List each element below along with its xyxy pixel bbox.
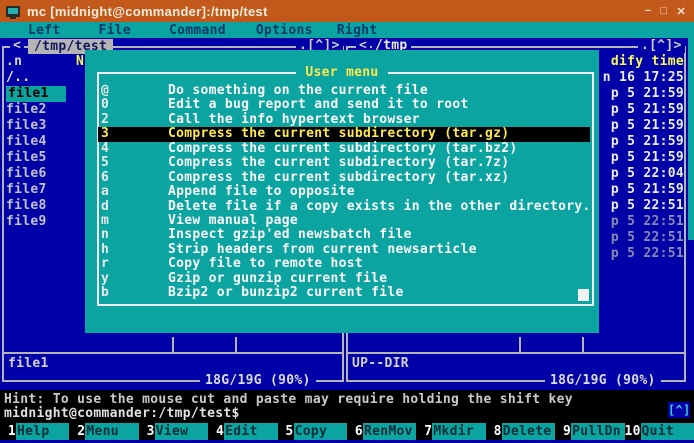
fkey-help[interactable]: 1Help	[0, 423, 69, 440]
left-panel-column-tick	[172, 337, 174, 353]
terminal-cursor	[578, 289, 589, 301]
user-menu-item[interactable]: 0Edit a bug report and send it to root	[85, 98, 599, 112]
file-row[interactable]: file5	[6, 150, 47, 166]
right-panel-free-space: 18G/19G (90%)	[545, 374, 661, 388]
file-row[interactable]: /..	[6, 70, 30, 86]
left-panel-left-border	[2, 46, 4, 382]
fkey-quit[interactable]: 10Quit	[625, 423, 694, 440]
right-panel-separator	[348, 352, 684, 354]
file-row[interactable]: file2	[6, 102, 47, 118]
left-panel-history-back-icon[interactable]: <	[10, 39, 24, 53]
right-panel-column-tick	[519, 337, 521, 353]
menu-options[interactable]: Options	[256, 23, 313, 38]
dialog-title: User menu	[296, 65, 387, 80]
fkey-renmov[interactable]: 6RenMov	[347, 423, 416, 440]
window-title: mc [midnight@commander]:/tmp/test	[27, 4, 268, 19]
file-row-selected[interactable]: file1	[6, 86, 66, 102]
right-panel-corner-controls[interactable]: .[^]>	[638, 39, 685, 53]
modify-time-cell[interactable]: p 5 21:59	[598, 182, 684, 198]
user-menu-item[interactable]: hStrip headers from current newsarticle	[85, 243, 599, 257]
fkey-pulldn[interactable]: 9PullDn	[555, 423, 624, 440]
user-menu-item-selected[interactable]: 3Compress the current subdirectory (tar.…	[85, 127, 599, 141]
modify-time-cell[interactable]: p 5 22:51	[598, 214, 684, 230]
user-menu-dialog: User menu @Do something on the current f…	[85, 50, 599, 333]
right-panel-ministatus: UP--DIR	[352, 356, 409, 372]
user-menu-item[interactable]: nInspect gzip'ed newsbatch file	[85, 228, 599, 242]
modify-time-cell[interactable]: p 5 22:51	[598, 246, 684, 262]
scrollbar-track[interactable]	[688, 240, 694, 390]
app-monitor-icon	[6, 6, 20, 17]
fkey-view[interactable]: 3View	[139, 423, 208, 440]
modify-time-cell[interactable]: p 5 21:59	[598, 150, 684, 166]
user-menu-item[interactable]: rCopy file to remote host	[85, 257, 599, 271]
modify-time-cell[interactable]: n 16 17:25	[598, 70, 684, 86]
minimize-button[interactable]: −	[645, 5, 652, 18]
fkey-copy[interactable]: 5Copy	[278, 423, 347, 440]
user-menu-item[interactable]: 5Compress the current subdirectory (tar.…	[85, 156, 599, 170]
right-panel-column-tick	[582, 337, 584, 353]
file-row[interactable]: file6	[6, 166, 47, 182]
modify-time-cell[interactable]: p 5 21:59	[598, 102, 684, 118]
panel-toggle-button[interactable]: [^]	[668, 402, 690, 418]
scrollbar-thumb[interactable]	[688, 38, 694, 240]
fkey-edit[interactable]: 4Edit	[208, 423, 277, 440]
hint-line: Hint: To use the mouse cut and paste may…	[4, 392, 573, 407]
user-menu-item[interactable]: aAppend file to opposite	[85, 185, 599, 199]
modify-time-cell[interactable]: p 5 22:04	[598, 166, 684, 182]
file-row[interactable]: file8	[6, 198, 47, 214]
menu-command[interactable]: Command	[169, 23, 226, 38]
function-key-bar: 1Help 2Menu 3View 4Edit 5Copy 6RenMov 7M…	[0, 423, 694, 440]
user-menu-item[interactable]: 6Compress the current subdirectory (tar.…	[85, 171, 599, 185]
user-menu-item[interactable]: dDelete file if a copy exists in the oth…	[85, 200, 599, 214]
command-prompt[interactable]: midnight@commander:/tmp/test$	[4, 406, 240, 421]
user-menu-item[interactable]: bBzip2 or bunzip2 current file	[85, 286, 599, 300]
modify-time-cell[interactable]: p 5 22:51	[598, 198, 684, 214]
left-panel-free-space: 18G/19G (90%)	[200, 374, 316, 388]
file-row[interactable]: file9	[6, 214, 47, 230]
fkey-menu[interactable]: 2Menu	[69, 423, 138, 440]
user-menu-item[interactable]: 2Call the info hypertext browser	[85, 113, 599, 127]
user-menu-item[interactable]: 4Compress the current subdirectory (tar.…	[85, 142, 599, 156]
maximize-button[interactable]: □	[661, 5, 668, 18]
user-menu-item[interactable]: @Do something on the current file	[85, 84, 599, 98]
file-row[interactable]: file4	[6, 134, 47, 150]
right-panel-right-border	[684, 46, 686, 382]
menubar: Left File Command Options Right	[0, 22, 694, 38]
dialog-item-list: @Do something on the current file 0Edit …	[85, 84, 599, 301]
left-panel-column-tick	[235, 337, 237, 353]
file-row[interactable]: file7	[6, 182, 47, 198]
file-row[interactable]: file3	[6, 118, 47, 134]
menu-right[interactable]: Right	[337, 23, 378, 38]
right-panel-modify-time-header[interactable]: dify time	[600, 54, 684, 70]
bottom-area: Hint: To use the mouse cut and paste may…	[0, 390, 694, 443]
left-panel-ministatus: file1	[8, 356, 49, 372]
modify-time-cell[interactable]: p 5 21:59	[598, 134, 684, 150]
modify-time-cell[interactable]: p 5 22:51	[598, 230, 684, 246]
modify-time-cell[interactable]: p 5 21:59	[598, 86, 684, 102]
fkey-mkdir[interactable]: 7Mkdir	[416, 423, 485, 440]
fkey-delete[interactable]: 8Delete	[486, 423, 555, 440]
menu-left[interactable]: Left	[28, 23, 61, 38]
left-panel-sort-indicator[interactable]: .n	[6, 54, 22, 70]
menu-file[interactable]: File	[99, 23, 132, 38]
left-panel-name-header[interactable]: N	[76, 54, 84, 70]
close-button[interactable]: ✕	[676, 5, 686, 18]
modify-time-cell[interactable]: p 5 21:59	[598, 118, 684, 134]
user-menu-item[interactable]: yGzip or gunzip current file	[85, 272, 599, 286]
window-titlebar: mc [midnight@commander]:/tmp/test − □ ✕	[0, 0, 694, 22]
user-menu-item[interactable]: mView manual page	[85, 214, 599, 228]
